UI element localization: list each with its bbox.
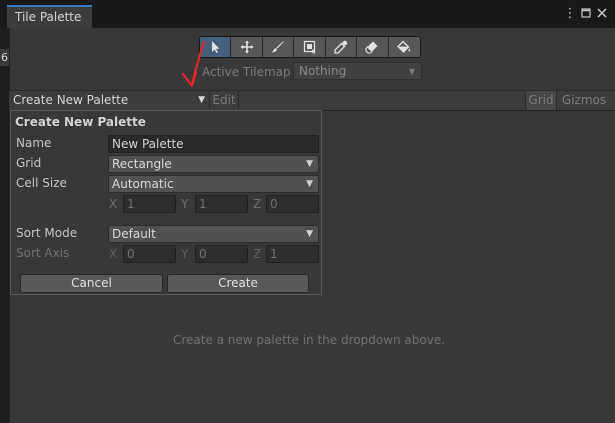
eraser-icon	[365, 41, 378, 54]
edge-label: 6	[0, 49, 9, 66]
sort-x-label: X	[109, 247, 118, 261]
create-palette-popup: Create New Palette Name New Palette Grid…	[10, 110, 322, 295]
sort-z-field[interactable]: 1	[266, 245, 319, 263]
cell-size-label: Cell Size	[16, 176, 67, 190]
tab-title: Tile Palette	[15, 10, 82, 24]
erase-tool[interactable]	[357, 37, 389, 57]
chevron-down-icon: ▼	[306, 159, 313, 169]
paintbrush-icon	[272, 41, 285, 53]
grid-toggle[interactable]: Grid	[525, 91, 557, 110]
move-arrows-icon	[240, 40, 254, 54]
chevron-down-icon: ▼	[306, 179, 313, 189]
empty-palette-hint: Create a new palette in the dropdown abo…	[172, 333, 446, 347]
cell-y-label: Y	[181, 197, 189, 211]
maximize-icon[interactable]	[579, 7, 593, 21]
sort-y-field[interactable]: 0	[195, 245, 248, 263]
cell-z-label: Z	[253, 197, 262, 211]
move-tool[interactable]	[231, 37, 263, 57]
grid-dropdown-value: Rectangle	[112, 157, 172, 171]
sort-mode-dropdown-value: Default	[112, 227, 156, 241]
sort-z-label: Z	[253, 247, 262, 261]
tool-strip	[199, 36, 421, 58]
active-tilemap-value: Nothing	[299, 64, 347, 78]
sort-mode-dropdown[interactable]: Default ▼	[108, 225, 319, 243]
cancel-button[interactable]: Cancel	[20, 274, 163, 293]
active-tilemap-dropdown[interactable]: Nothing ▼	[293, 62, 422, 80]
popup-title: Create New Palette	[15, 115, 146, 129]
sort-mode-label: Sort Mode	[16, 226, 78, 240]
eyedropper-icon	[334, 40, 348, 54]
paint-tool[interactable]	[262, 37, 295, 57]
fill-tool[interactable]	[388, 37, 420, 57]
sort-axis-label: Sort Axis	[16, 246, 70, 260]
box-fill-tool[interactable]	[294, 37, 326, 57]
palette-dropdown-value: Create New Palette	[13, 93, 129, 107]
gizmos-toggle[interactable]: Gizmos	[558, 91, 610, 110]
tab-tile-palette[interactable]: Tile Palette	[7, 5, 92, 28]
grid-label: Grid	[16, 156, 42, 170]
paint-bucket-icon	[397, 40, 411, 53]
name-label: Name	[16, 136, 52, 150]
close-icon[interactable]	[595, 7, 609, 21]
box-fill-icon	[303, 40, 316, 54]
picker-tool[interactable]	[325, 37, 358, 57]
cell-x-label: X	[109, 197, 118, 211]
cell-y-field[interactable]: 1	[195, 195, 248, 213]
cell-z-field[interactable]: 0	[266, 195, 319, 213]
chevron-down-icon: ▼	[306, 229, 313, 239]
cell-x-field[interactable]: 1	[123, 195, 176, 213]
sort-x-field[interactable]: 0	[123, 245, 176, 263]
annotation-arrow-icon	[181, 40, 206, 88]
name-field[interactable]: New Palette	[108, 135, 319, 153]
cell-size-dropdown[interactable]: Automatic ▼	[108, 175, 319, 193]
create-button[interactable]: Create	[167, 274, 309, 293]
grid-dropdown[interactable]: Rectangle ▼	[108, 155, 319, 173]
more-vertical-icon[interactable]: ⋮	[563, 7, 577, 21]
sort-y-label: Y	[181, 247, 189, 261]
tab-bar	[0, 0, 615, 28]
chevron-down-icon: ▼	[408, 67, 415, 76]
cell-size-dropdown-value: Automatic	[112, 177, 174, 191]
